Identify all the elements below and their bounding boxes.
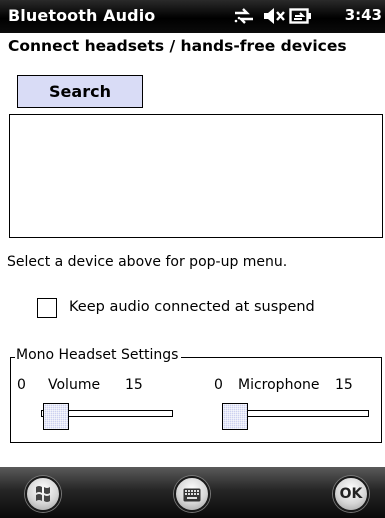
microphone-max-label: 15 — [335, 377, 353, 393]
title-bar: Bluetooth Audio 3:43 — [0, 0, 385, 33]
connectivity-arrows-icon[interactable] — [233, 6, 255, 30]
windows-start-icon — [33, 484, 53, 508]
soft-key-bar: OK — [0, 467, 385, 518]
windows-start-button[interactable] — [25, 476, 61, 512]
ok-button[interactable]: OK — [333, 476, 369, 512]
device-hint-text: Select a device above for pop-up menu. — [7, 254, 288, 270]
device-list[interactable] — [9, 114, 383, 238]
keyboard-button[interactable] — [174, 476, 210, 512]
ok-label: OK — [339, 486, 363, 502]
search-button[interactable]: Search — [17, 75, 143, 108]
speaker-muted-icon[interactable] — [262, 6, 288, 30]
volume-label: Volume — [48, 377, 101, 393]
microphone-slider-track[interactable] — [235, 410, 369, 417]
volume-min-label: 0 — [17, 377, 26, 393]
page-heading: Connect headsets / hands-free devices — [8, 37, 347, 55]
volume-max-label: 15 — [125, 377, 143, 393]
keep-audio-label[interactable]: Keep audio connected at suspend — [69, 299, 315, 315]
app-title: Bluetooth Audio — [8, 6, 156, 25]
clock[interactable]: 3:43 — [345, 6, 382, 24]
microphone-min-label: 0 — [214, 377, 223, 393]
battery-charging-icon[interactable] — [289, 6, 313, 30]
group-title: Mono Headset Settings — [15, 347, 182, 363]
keep-audio-checkbox[interactable] — [37, 298, 57, 318]
keyboard-icon — [183, 487, 201, 506]
microphone-slider-thumb[interactable] — [222, 403, 248, 430]
volume-slider-thumb[interactable] — [43, 403, 69, 430]
mono-headset-settings-group — [10, 357, 382, 443]
microphone-label: Microphone — [238, 377, 320, 393]
